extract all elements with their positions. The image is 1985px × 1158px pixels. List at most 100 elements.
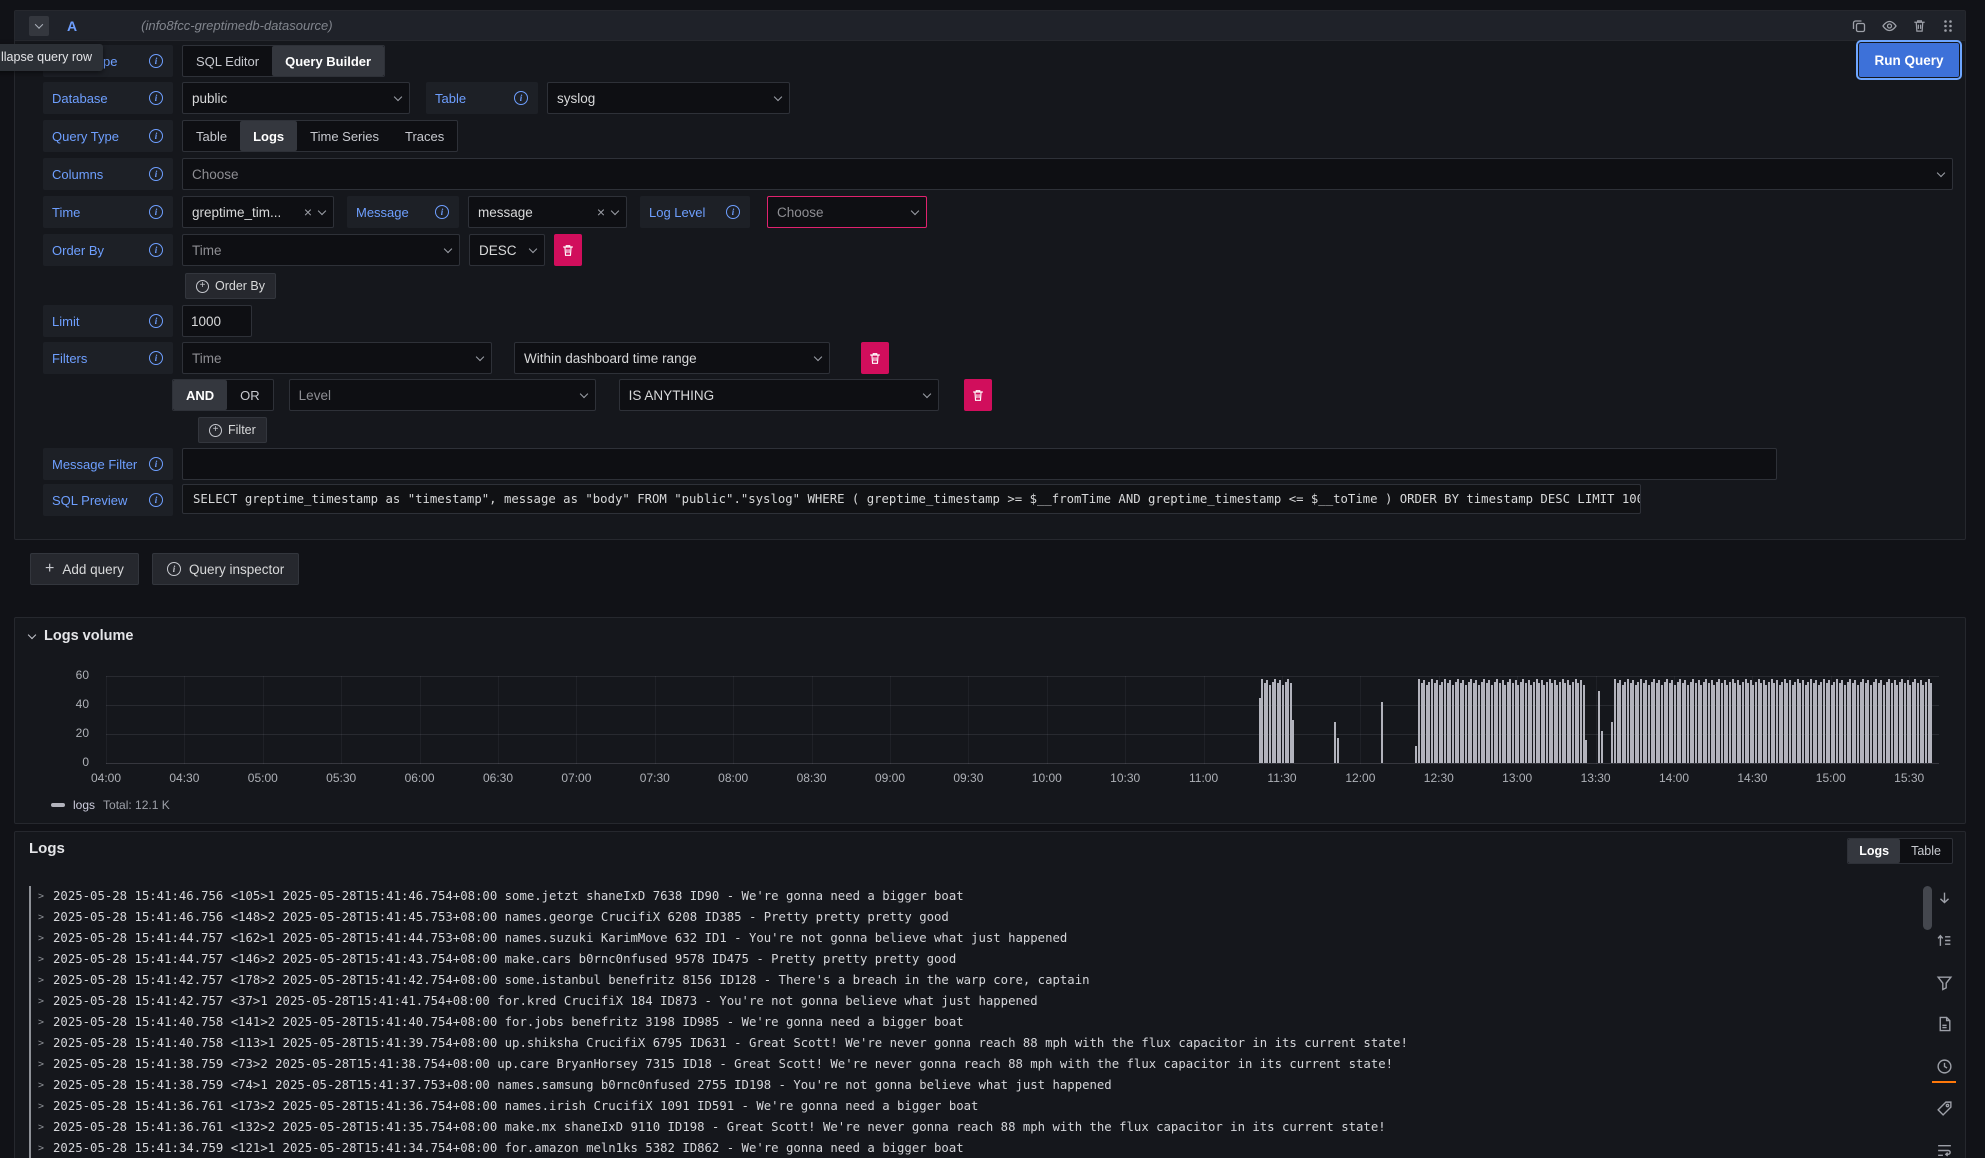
info-icon[interactable]: i [149,205,163,219]
log-row[interactable]: >2025-05-28 15:41:36.761 <173>2 2025-05-… [29,1096,1921,1117]
remove-order-by-button[interactable] [554,234,582,266]
expand-log-row-icon[interactable]: > [38,1096,44,1117]
volume-bar [1381,702,1383,763]
expand-log-row-icon[interactable]: > [38,991,44,1012]
expand-log-row-icon[interactable]: > [38,970,44,991]
expand-log-row-icon[interactable]: > [38,1012,44,1033]
x-axis-label: 13:00 [1489,771,1545,785]
wrap-lines-icon[interactable] [1934,1140,1954,1158]
query-type-table[interactable]: Table [183,121,240,151]
info-icon[interactable]: i [149,314,163,328]
message-column-select[interactable]: message × [468,196,627,228]
log-row[interactable]: >2025-05-28 15:41:44.757 <146>2 2025-05-… [29,949,1921,970]
add-filter-button[interactable]: + Filter [198,417,267,443]
logs-panel-title[interactable]: Logs [29,840,65,857]
logs-volume-plot[interactable] [106,676,1939,763]
info-icon[interactable]: i [149,54,163,68]
log-row[interactable]: >2025-05-28 15:41:44.757 <162>1 2025-05-… [29,928,1921,949]
chevron-down-icon [814,352,822,360]
query-type-logs[interactable]: Logs [240,121,297,151]
info-icon[interactable]: i [149,91,163,105]
condition-or[interactable]: OR [227,380,273,410]
expand-log-row-icon[interactable]: > [38,1054,44,1075]
limit-input[interactable] [182,305,252,337]
log-details-icon[interactable] [1934,1014,1954,1034]
filter1-operator-select[interactable]: Within dashboard time range [514,342,830,374]
filter2-field-select[interactable]: Level [289,379,596,411]
expand-log-row-icon[interactable]: > [38,1117,44,1138]
delete-query-button[interactable] [1912,18,1927,34]
toggle-table[interactable]: Table [1900,839,1952,863]
info-icon[interactable]: i [149,493,163,507]
columns-select[interactable]: Choose [182,158,1953,190]
volume-bar [1666,679,1668,763]
info-icon[interactable]: i [149,351,163,365]
log-row-text: 2025-05-28 15:41:38.759 <73>2 2025-05-28… [53,1054,1393,1075]
message-filter-input[interactable] [182,448,1777,480]
log-row[interactable]: >2025-05-28 15:41:40.758 <113>1 2025-05-… [29,1033,1921,1054]
collapse-query-row-button[interactable] [29,16,49,36]
clear-icon[interactable]: × [304,205,312,219]
remove-filter1-button[interactable] [861,342,889,374]
add-order-by-button[interactable]: + Order By [185,273,276,299]
expand-log-row-icon[interactable]: > [38,1075,44,1096]
log-level-select[interactable]: Choose [767,196,927,228]
sort-oldest-first-icon[interactable] [1934,930,1954,950]
log-row[interactable]: >2025-05-28 15:41:38.759 <73>2 2025-05-2… [29,1054,1921,1075]
database-select[interactable]: public [182,82,410,114]
info-icon[interactable]: i [726,205,740,219]
expand-log-row-icon[interactable]: > [38,907,44,928]
filter-icon[interactable] [1934,972,1954,992]
table-select[interactable]: syslog [547,82,790,114]
tab-sql-editor[interactable]: SQL Editor [183,46,272,76]
hide-query-button[interactable] [1881,18,1898,34]
log-row[interactable]: >2025-05-28 15:41:42.757 <37>1 2025-05-2… [29,991,1921,1012]
condition-and[interactable]: AND [173,380,227,410]
tab-query-builder[interactable]: Query Builder [272,46,384,76]
order-by-field-select[interactable]: Time [182,234,460,266]
volume-bar [1491,685,1493,763]
x-axis-label: 09:30 [940,771,996,785]
expand-log-row-icon[interactable]: > [38,1033,44,1054]
filter2-operator-select[interactable]: IS ANYTHING [619,379,939,411]
info-icon[interactable]: i [149,167,163,181]
log-row[interactable]: >2025-05-28 15:41:34.759 <121>1 2025-05-… [29,1138,1921,1158]
remove-filter2-button[interactable] [964,379,992,411]
duplicate-query-button[interactable] [1851,18,1867,34]
log-row[interactable]: >2025-05-28 15:41:42.757 <178>2 2025-05-… [29,970,1921,991]
expand-log-row-icon[interactable]: > [38,949,44,970]
time-column-select[interactable]: greptime_tim... × [182,196,334,228]
query-inspector-button[interactable]: i Query inspector [152,553,299,585]
log-row[interactable]: >2025-05-28 15:41:46.756 <105>1 2025-05-… [29,886,1921,907]
show-time-icon[interactable] [1934,1056,1954,1076]
scroll-to-bottom-icon[interactable] [1934,888,1954,908]
log-row[interactable]: >2025-05-28 15:41:46.756 <148>2 2025-05-… [29,907,1921,928]
clear-icon[interactable]: × [597,205,605,219]
x-axis-label: 04:00 [78,771,134,785]
chevron-down-icon [911,206,919,214]
log-row[interactable]: >2025-05-28 15:41:36.761 <132>2 2025-05-… [29,1117,1921,1138]
info-icon[interactable]: i [149,243,163,257]
expand-log-row-icon[interactable]: > [38,928,44,949]
query-type-traces[interactable]: Traces [392,121,457,151]
filter1-field-select[interactable]: Time [182,342,492,374]
log-row[interactable]: >2025-05-28 15:41:40.758 <141>2 2025-05-… [29,1012,1921,1033]
collapse-panel-icon[interactable] [28,630,36,638]
expand-log-row-icon[interactable]: > [38,1138,44,1158]
run-query-button[interactable]: Run Query [1859,43,1959,77]
add-query-button[interactable]: + Add query [30,553,139,585]
order-by-direction-select[interactable]: DESC [469,234,545,266]
info-icon[interactable]: i [514,91,528,105]
expand-log-row-icon[interactable]: > [38,886,44,907]
copy-icon [1851,18,1867,34]
unique-labels-icon[interactable] [1934,1098,1954,1118]
log-row[interactable]: >2025-05-28 15:41:38.759 <74>1 2025-05-2… [29,1075,1921,1096]
info-icon[interactable]: i [149,129,163,143]
toggle-logs[interactable]: Logs [1848,839,1900,863]
info-icon[interactable]: i [149,457,163,471]
legend-series-label[interactable]: logs [73,798,95,812]
query-type-time-series[interactable]: Time Series [297,121,392,151]
drag-handle[interactable] [1941,18,1955,34]
logs-volume-title[interactable]: Logs volume [44,628,133,644]
info-icon[interactable]: i [435,205,449,219]
